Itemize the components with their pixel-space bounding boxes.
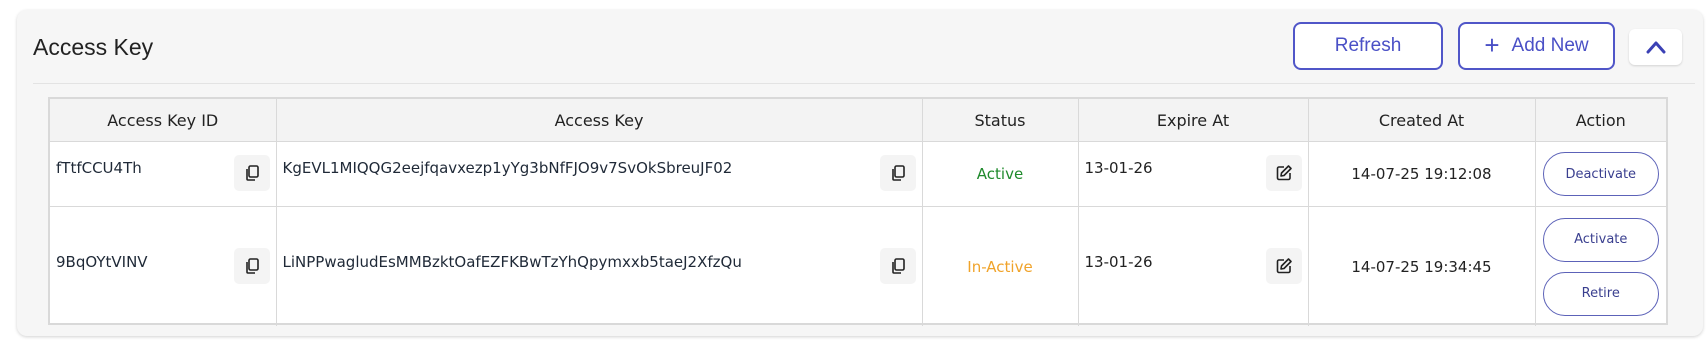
access-key-cell: LiNPPwagludEsMMBzktOafEZFKBwTzYhQpymxxb5… (276, 206, 923, 326)
status-badge: Active (976, 165, 1024, 183)
created-at-cell: 14-07-25 19:34:45 (1308, 206, 1536, 326)
column-header-access-key-id: Access Key ID (50, 99, 277, 142)
copy-key-button[interactable] (879, 155, 916, 191)
expire-at-cell: 13-01-26 (1078, 141, 1309, 207)
access-key-value: KgEVL1MIQQG2eejfqavxezp1yYg3bNfFJO9v7SvO… (282, 159, 733, 177)
edit-expiry-button[interactable] (1265, 248, 1302, 284)
deactivate-button[interactable]: Deactivate (1542, 152, 1659, 196)
edit-icon (1276, 258, 1292, 274)
access-key-cell: KgEVL1MIQQG2eejfqavxezp1yYg3bNfFJO9v7SvO… (276, 141, 923, 207)
copy-id-button[interactable] (233, 155, 270, 191)
copy-id-button[interactable] (233, 248, 270, 284)
copy-key-button[interactable] (879, 248, 916, 284)
expire-date: 13-01-26 (1084, 159, 1153, 177)
access-key-table: Access Key ID Access Key Status Expire A… (48, 97, 1668, 327)
status-badge: In-Active (967, 257, 1033, 276)
status-cell: In-Active (922, 206, 1079, 326)
column-header-action: Action (1535, 99, 1666, 142)
access-key-id: fTtfCCU4Th (56, 159, 142, 177)
plus-icon: + (1484, 29, 1500, 60)
expire-date: 13-01-26 (1084, 253, 1153, 271)
copy-icon (245, 165, 259, 181)
collapse-button[interactable] (1629, 29, 1682, 65)
expire-at-cell: 13-01-26 (1078, 206, 1309, 326)
created-at-cell: 14-07-25 19:12:08 (1308, 141, 1536, 207)
access-key-panel: Access Key Refresh + Add New Access Key … (17, 10, 1703, 336)
retire-button[interactable]: Retire (1542, 271, 1659, 316)
table-row: fTtfCCU4Th KgEVL1MIQQG2eejfqavxezp1yYg3b… (50, 141, 1666, 207)
table-header-row: Access Key ID Access Key Status Expire A… (50, 99, 1666, 142)
column-header-status: Status (922, 99, 1079, 142)
add-new-button[interactable]: + Add New (1458, 22, 1615, 70)
access-key-id: 9BqOYtVINV (56, 253, 148, 271)
action-cell: Activate Retire (1535, 207, 1666, 327)
action-buttons: Activate Retire (1537, 217, 1666, 316)
panel-title: Access Key (33, 34, 154, 60)
copy-icon (891, 165, 905, 181)
activate-button[interactable]: Activate (1542, 217, 1659, 262)
copy-icon (245, 258, 259, 274)
table-row: 9BqOYtVINV LiNPPwagludEsMMBzktOafEZFKBwT… (50, 206, 1666, 327)
action-cell: Deactivate (1535, 141, 1666, 207)
column-header-expire-at: Expire At (1078, 99, 1309, 142)
add-new-label: Add New (1511, 35, 1589, 56)
column-header-access-key: Access Key (276, 99, 923, 142)
refresh-button[interactable]: Refresh (1293, 22, 1443, 70)
header-divider (33, 83, 1695, 84)
edit-expiry-button[interactable] (1265, 155, 1302, 191)
access-key-value: LiNPPwagludEsMMBzktOafEZFKBwTzYhQpymxxb5… (282, 253, 742, 271)
copy-icon (891, 258, 905, 274)
access-key-id-cell: 9BqOYtVINV (50, 206, 277, 326)
column-header-created-at: Created At (1308, 99, 1536, 142)
panel-header: Access Key Refresh + Add New (17, 10, 1703, 84)
access-key-id-cell: fTtfCCU4Th (50, 141, 277, 207)
chevron-up-icon (1646, 41, 1665, 54)
edit-icon (1276, 165, 1292, 181)
status-cell: Active (922, 141, 1079, 207)
